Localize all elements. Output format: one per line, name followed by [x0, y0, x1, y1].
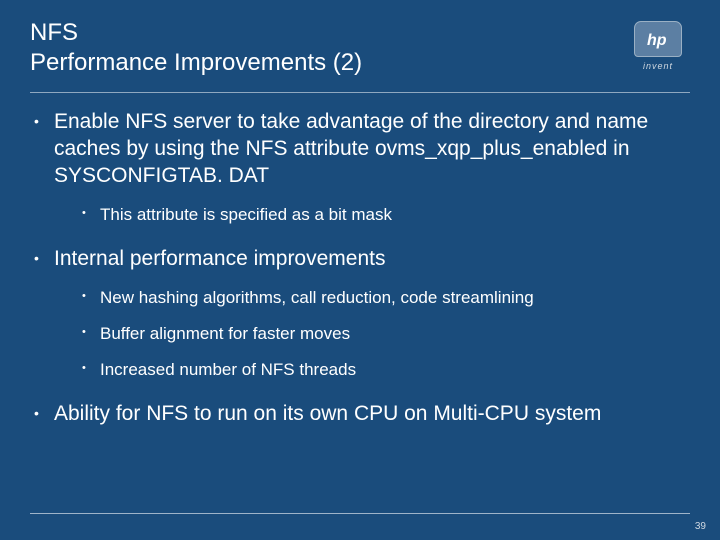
list-item: Ability for NFS to run on its own CPU on… [30, 401, 690, 428]
sub-bullet-text: This attribute is specified as a bit mas… [100, 205, 392, 224]
title-line-1: NFS [30, 19, 78, 46]
list-item: New hashing algorithms, call reduction, … [80, 287, 690, 309]
sub-bullet-list: New hashing algorithms, call reduction, … [54, 287, 690, 381]
bullet-text: Enable NFS server to take advantage of t… [54, 110, 648, 187]
slide-title: NFS Performance Improvements (2) [30, 18, 626, 78]
hp-logo-icon: hp [641, 29, 675, 49]
sub-bullet-text: Buffer alignment for faster moves [100, 324, 350, 343]
sub-bullet-text: New hashing algorithms, call reduction, … [100, 288, 534, 307]
title-block: NFS Performance Improvements (2) [30, 18, 626, 78]
sub-bullet-list: This attribute is specified as a bit mas… [54, 204, 690, 226]
list-item: This attribute is specified as a bit mas… [80, 204, 690, 226]
bullet-text: Internal performance improvements [54, 247, 385, 270]
list-item: Buffer alignment for faster moves [80, 323, 690, 345]
title-line-2: Performance Improvements (2) [30, 49, 362, 76]
footer-divider [30, 513, 690, 514]
hp-tagline: invent [643, 61, 673, 71]
hp-logo: hp invent [626, 18, 690, 74]
page-number: 39 [695, 521, 706, 532]
list-item: Internal performance improvements New ha… [30, 246, 690, 381]
bullet-text: Ability for NFS to run on its own CPU on… [54, 402, 601, 425]
list-item: Enable NFS server to take advantage of t… [30, 109, 690, 226]
hp-logo-chip: hp [634, 21, 682, 57]
bullet-list: Enable NFS server to take advantage of t… [30, 109, 690, 428]
list-item: Increased number of NFS threads [80, 359, 690, 381]
slide-content: Enable NFS server to take advantage of t… [0, 93, 720, 428]
slide-header: NFS Performance Improvements (2) hp inve… [0, 0, 720, 92]
sub-bullet-text: Increased number of NFS threads [100, 360, 356, 379]
svg-text:hp: hp [647, 32, 667, 49]
